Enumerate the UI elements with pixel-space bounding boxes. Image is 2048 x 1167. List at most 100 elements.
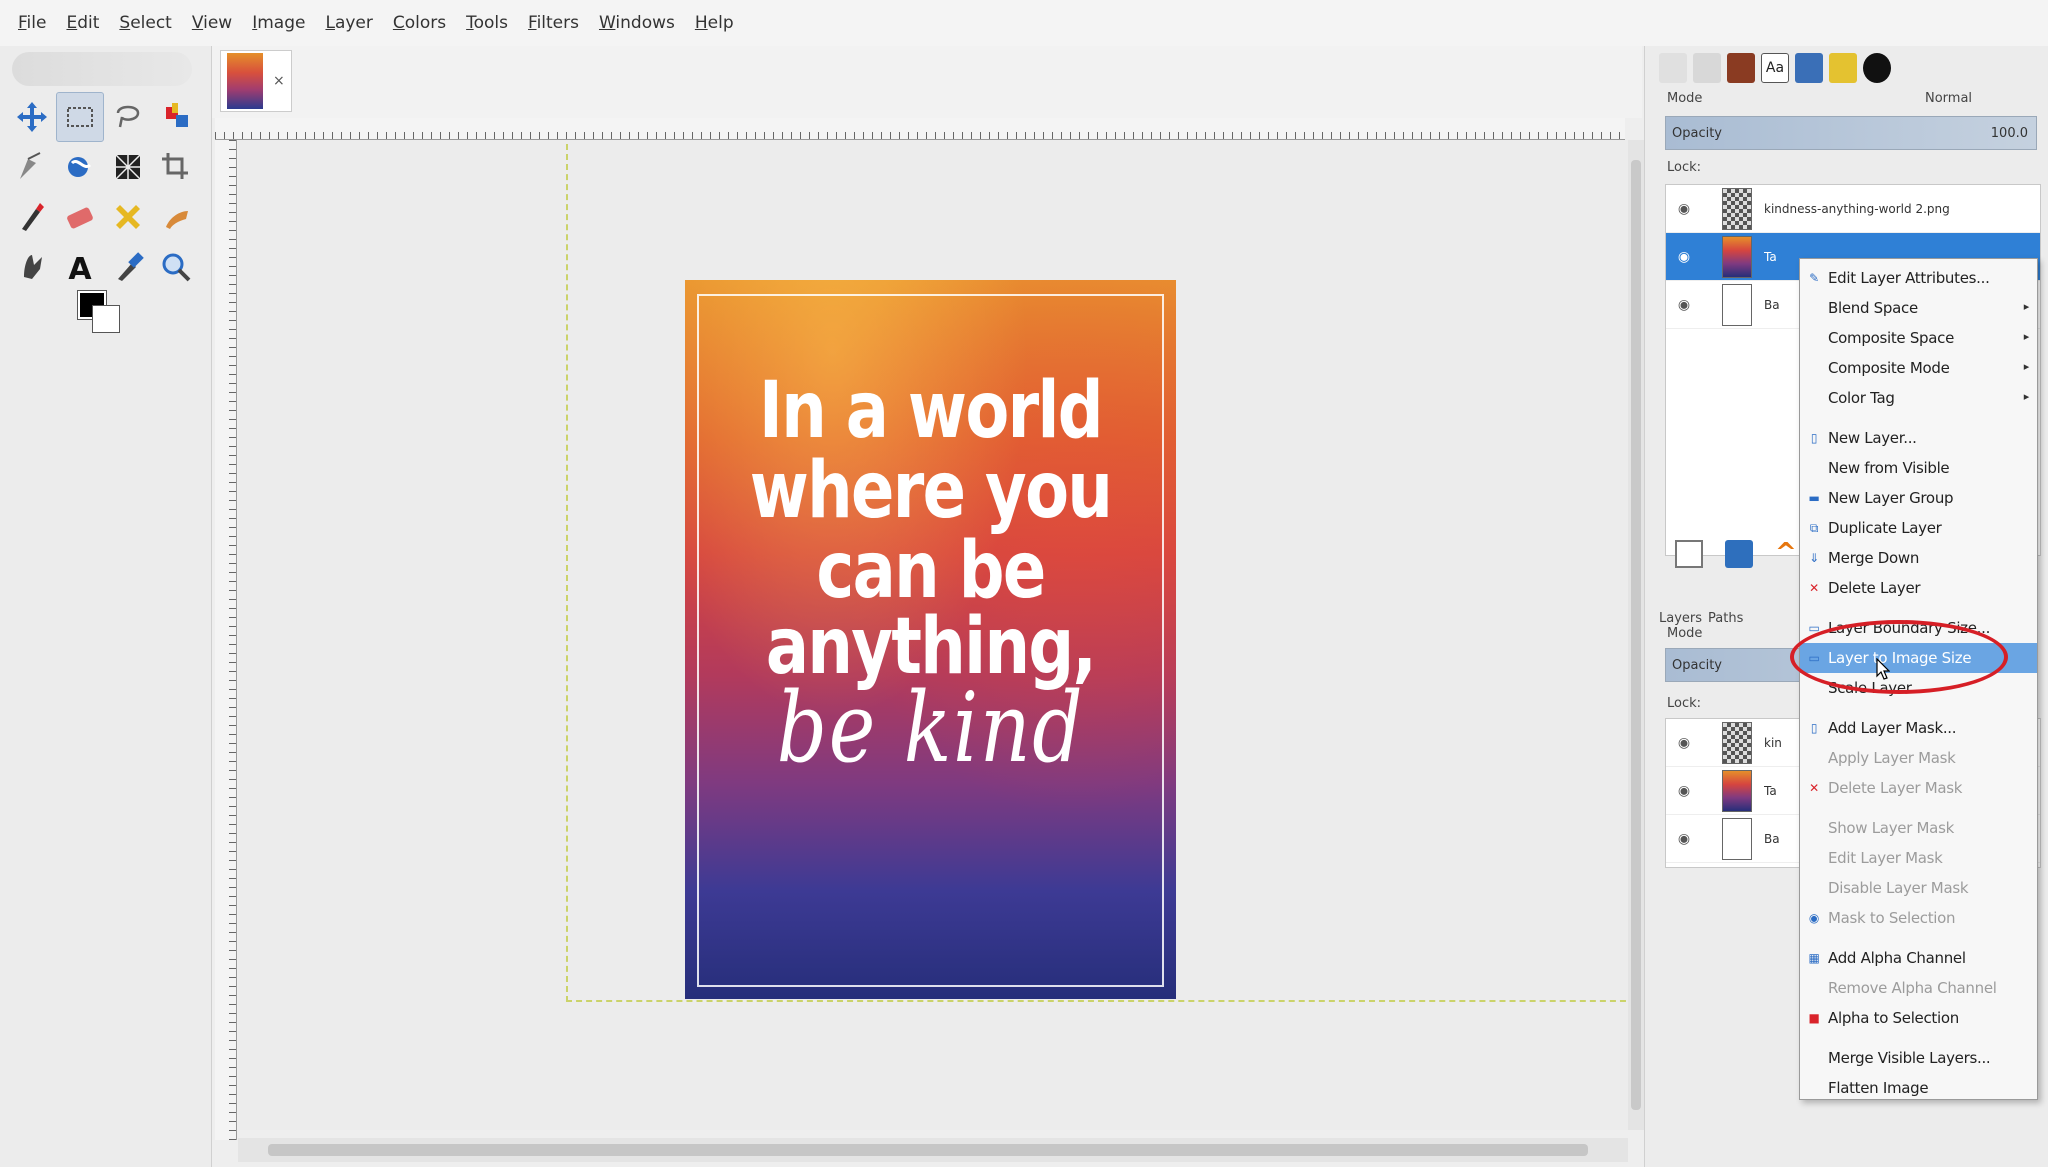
paintbrush-tool-icon — [22, 203, 44, 231]
menu-edit[interactable]: Edit — [56, 13, 109, 33]
eye-icon[interactable]: ◉ — [1666, 831, 1702, 847]
menu-item-duplicate-layer[interactable]: ⧉ Duplicate Layer — [1800, 513, 2037, 543]
paintbrush-tool-button[interactable] — [8, 192, 56, 242]
color-picker-tool-button[interactable] — [104, 242, 152, 292]
menu-item-add-layer-mask[interactable]: ▯ Add Layer Mask... — [1800, 713, 2037, 743]
menu-item-layer-boundary-size[interactable]: ▭ Layer Boundary Size... — [1800, 613, 2037, 643]
menu-view[interactable]: View — [182, 13, 242, 33]
edit-layer-attributes-icon: ✎ — [1809, 271, 1819, 285]
eye-icon[interactable]: ◉ — [1666, 297, 1702, 313]
layer-name: kin — [1764, 735, 1782, 750]
menu-item-composite-mode[interactable]: Composite Mode ▸ — [1800, 353, 2037, 383]
menu-filters[interactable]: Filters — [518, 13, 589, 33]
vertical-ruler[interactable] — [215, 140, 237, 1140]
menu-item-layer-to-image-size[interactable]: ▭ Layer to Image Size — [1800, 643, 2037, 673]
menu-item-mask-to-selection[interactable]: ◉ Mask to Selection — [1800, 903, 2037, 933]
horizontal-ruler[interactable] — [215, 118, 1625, 140]
text-glyph: A — [68, 252, 92, 285]
eye-icon[interactable]: ◉ — [1666, 249, 1702, 265]
menu-item-apply-layer-mask[interactable]: Apply Layer Mask — [1800, 743, 2037, 773]
patterns-tab-icon[interactable] — [1829, 53, 1857, 83]
menu-select[interactable]: Select — [109, 13, 181, 33]
menu-item-alpha-to-selection[interactable]: ■ Alpha to Selection — [1800, 1003, 2037, 1033]
zoom-tool-button[interactable] — [152, 242, 200, 292]
rect-select-tool-button[interactable] — [56, 92, 104, 142]
menu-file[interactable]: File — [8, 13, 56, 33]
menu-item-composite-space[interactable]: Composite Space ▸ — [1800, 323, 2037, 353]
menu-item-add-alpha-channel[interactable]: ▦ Add Alpha Channel — [1800, 943, 2037, 973]
menu-item-edit-layer-mask[interactable]: Edit Layer Mask — [1800, 843, 2037, 873]
menu-layer[interactable]: Layer — [315, 13, 382, 33]
mode-dropdown[interactable]: Normal — [1925, 91, 1972, 106]
paths-tool-button[interactable] — [8, 142, 56, 192]
scrollbar-thumb[interactable] — [1631, 160, 1641, 1110]
background-color[interactable] — [92, 305, 120, 333]
menu-item-delete-layer-mask[interactable]: ✕ Delete Layer Mask — [1800, 773, 2037, 803]
brushes-tab-icon[interactable] — [1863, 53, 1891, 83]
menu-item-label: Edit Layer Mask — [1828, 849, 1943, 867]
menu-item-label: Disable Layer Mask — [1828, 879, 1969, 897]
text-tool-button[interactable]: A — [56, 242, 104, 292]
menu-image[interactable]: Image — [242, 13, 315, 33]
menu-item-remove-alpha-channel[interactable]: Remove Alpha Channel — [1800, 973, 2037, 1003]
image-tab[interactable]: × — [220, 50, 292, 112]
lock-label: Lock: — [1667, 696, 1702, 711]
menu-colors[interactable]: Colors — [383, 13, 456, 33]
menu-item-disable-layer-mask[interactable]: Disable Layer Mask — [1800, 873, 2037, 903]
menu-item-edit-layer-attributes[interactable]: ✎ Edit Layer Attributes... — [1800, 263, 2037, 293]
crop-tool-button[interactable] — [152, 142, 200, 192]
smudge-tool-button[interactable] — [152, 192, 200, 242]
eye-icon[interactable]: ◉ — [1666, 735, 1702, 751]
free-select-tool-button[interactable] — [104, 92, 152, 142]
scrollbar-thumb[interactable] — [268, 1144, 1588, 1156]
menu-item-blend-space[interactable]: Blend Space ▸ — [1800, 293, 2037, 323]
poster-layer[interactable]: In a world where you can be anything, be… — [685, 280, 1176, 999]
menu-item-merge-down[interactable]: ⇓ Merge Down — [1800, 543, 2037, 573]
menu-help[interactable]: Help — [685, 13, 744, 33]
rect-select-tool-icon — [67, 107, 93, 127]
menu-separator — [1800, 933, 2037, 943]
warp-transform-tool-button[interactable] — [56, 142, 104, 192]
tab-paths[interactable]: Paths — [1708, 611, 1743, 626]
eye-icon[interactable]: ◉ — [1666, 201, 1702, 217]
menu-item-flatten-image[interactable]: Flatten Image — [1800, 1073, 2037, 1103]
layer-name: Ba — [1764, 831, 1780, 846]
menu-item-color-tag[interactable]: Color Tag ▸ — [1800, 383, 2037, 413]
menu-item-scale-layer[interactable]: Scale Layer... — [1800, 673, 2037, 703]
canvas-area[interactable]: In a world where you can be anything, be… — [238, 140, 1636, 1130]
tab-layers[interactable]: Layers — [1659, 611, 1702, 626]
vertical-scrollbar[interactable] — [1628, 140, 1644, 1130]
opacity-slider[interactable]: Opacity 100.0 — [1665, 116, 2037, 150]
menu-item-merge-visible-layers[interactable]: Merge Visible Layers... — [1800, 1043, 2037, 1073]
layer-row[interactable]: ◉ kindness-anything-world 2.png — [1666, 185, 2040, 233]
eye-icon[interactable]: ◉ — [1666, 783, 1702, 799]
layers-tab-icon[interactable] — [1659, 53, 1687, 83]
channels-tab-icon[interactable] — [1693, 53, 1721, 83]
poster-text-line: can be — [816, 526, 1046, 616]
images-tab-icon[interactable] — [1795, 53, 1823, 83]
horizontal-scrollbar[interactable] — [238, 1138, 1628, 1162]
dodge-tool-button[interactable] — [8, 242, 56, 292]
menu-item-new-layer-group[interactable]: ▬ New Layer Group — [1800, 483, 2037, 513]
toolbox: A — [0, 46, 212, 1167]
texture-tool-button[interactable] — [104, 142, 152, 192]
menu-item-label: Merge Visible Layers... — [1828, 1049, 1991, 1067]
menu-tools[interactable]: Tools — [456, 13, 518, 33]
heal-tool-button[interactable] — [104, 192, 152, 242]
menu-item-label: Apply Layer Mask — [1828, 749, 1956, 767]
menu-item-delete-layer[interactable]: ✕ Delete Layer — [1800, 573, 2037, 603]
menu-item-show-layer-mask[interactable]: Show Layer Mask — [1800, 813, 2037, 843]
menu-item-new-layer[interactable]: ▯ New Layer... — [1800, 423, 2037, 453]
menu-item-new-from-visible[interactable]: New from Visible — [1800, 453, 2037, 483]
close-tab-icon[interactable]: × — [273, 73, 285, 89]
new-layer-icon[interactable] — [1675, 540, 1703, 568]
fg-bg-color-swatch[interactable] — [77, 290, 126, 339]
eraser-tool-button[interactable] — [56, 192, 104, 242]
image-tab-icon[interactable] — [1727, 53, 1755, 83]
new-layer-group-icon[interactable] — [1725, 540, 1753, 568]
move-tool-button[interactable] — [8, 92, 56, 142]
fonts-tab-icon[interactable]: Aa — [1761, 53, 1789, 83]
layer-to-image-size-icon: ▭ — [1808, 651, 1820, 665]
menu-windows[interactable]: Windows — [589, 13, 685, 33]
foreground-select-tool-button[interactable] — [152, 92, 200, 142]
